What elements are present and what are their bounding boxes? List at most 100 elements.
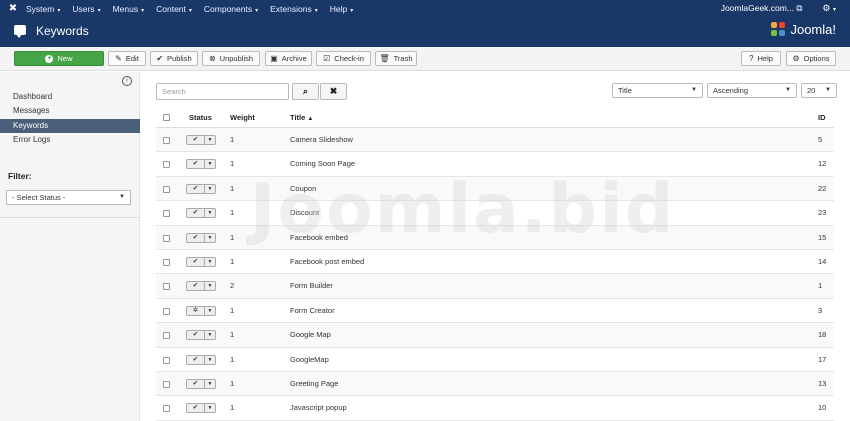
caret-down-icon[interactable]: ▼ <box>205 330 216 341</box>
title-cell[interactable]: Form Builder <box>290 281 333 290</box>
search-input[interactable]: Search <box>156 83 289 100</box>
caret-down-icon[interactable]: ▼ <box>205 403 216 414</box>
row-checkbox[interactable] <box>163 332 170 340</box>
menu-components[interactable]: Components ▾ <box>204 4 258 14</box>
title-cell[interactable]: Form Creator <box>290 306 335 315</box>
menu-content[interactable]: Content ▾ <box>156 4 192 14</box>
sidebar-item-keywords[interactable]: Keywords <box>0 119 140 133</box>
menu-help[interactable]: Help ▾ <box>330 4 354 14</box>
title-cell[interactable]: Coming Soon Page <box>290 159 355 168</box>
title-cell[interactable]: Javascript popup <box>290 403 347 412</box>
check-icon[interactable]: ✔ <box>186 330 205 341</box>
menu-extensions[interactable]: Extensions ▾ <box>270 4 318 14</box>
edit-button[interactable]: ✎ Edit <box>108 51 146 66</box>
settings-icon[interactable]: ✲ <box>186 305 205 316</box>
row-checkbox[interactable] <box>163 283 170 291</box>
status-toggle[interactable]: ✔ ▼ <box>186 232 216 243</box>
status-toggle[interactable]: ✔ ▼ <box>186 378 216 389</box>
table-row: ✔ ▼ 1 Facebook embed 15 <box>156 225 834 250</box>
weight-column-header[interactable]: Weight <box>230 113 255 122</box>
status-toggle[interactable]: ✔ ▼ <box>186 281 216 292</box>
sort-field-select[interactable]: Title ▼ <box>612 83 703 98</box>
status-column-header[interactable]: Status <box>189 113 212 122</box>
check-icon[interactable]: ✔ <box>186 378 205 389</box>
status-toggle[interactable]: ✔ ▼ <box>186 354 216 365</box>
menu-menus[interactable]: Menus ▾ <box>113 4 145 14</box>
row-checkbox[interactable] <box>163 356 170 364</box>
site-link[interactable]: JoomlaGeek.com... ⧉ <box>721 3 803 14</box>
select-all-checkbox[interactable] <box>163 114 170 121</box>
title-cell[interactable]: Coupon <box>290 184 316 193</box>
caret-down-icon[interactable]: ▼ <box>205 135 216 145</box>
unpublish-button[interactable]: ⊗ Unpublish <box>202 51 260 66</box>
caret-down-icon[interactable]: ▼ <box>205 305 216 316</box>
joomla-logo-icon[interactable]: ✖ <box>0 3 26 14</box>
title-cell[interactable]: Discount <box>290 208 319 217</box>
sidebar-item-dashboard[interactable]: Dashboard <box>0 90 140 104</box>
check-icon[interactable]: ✔ <box>186 403 205 414</box>
check-icon[interactable]: ✔ <box>186 159 205 170</box>
title-cell[interactable]: Google Map <box>290 330 331 339</box>
publish-button[interactable]: ✔ Publish <box>150 51 198 66</box>
check-icon[interactable]: ✔ <box>186 256 205 267</box>
check-icon[interactable]: ✔ <box>186 281 205 292</box>
title-cell[interactable]: Facebook embed <box>290 233 348 242</box>
user-menu-gear[interactable]: ⚙ ▾ <box>822 3 836 14</box>
caret-down-icon[interactable]: ▼ <box>205 208 216 219</box>
sidebar-item-messages[interactable]: Messages <box>0 104 140 118</box>
status-filter-select[interactable]: - Select Status - ▼ <box>6 190 131 205</box>
caret-down-icon[interactable]: ▼ <box>205 378 216 389</box>
joomla-brand[interactable]: Joomla! <box>771 22 836 37</box>
row-checkbox[interactable] <box>163 380 170 388</box>
check-icon[interactable]: ✔ <box>186 183 205 194</box>
row-checkbox[interactable] <box>163 210 170 218</box>
status-toggle[interactable]: ✔ ▼ <box>186 330 216 341</box>
options-button[interactable]: ⚙ Options <box>786 51 836 66</box>
check-icon[interactable]: ✔ <box>186 232 205 243</box>
row-checkbox[interactable] <box>163 161 170 169</box>
new-button[interactable]: + New <box>14 51 104 66</box>
menu-system[interactable]: System ▾ <box>26 4 60 14</box>
status-toggle[interactable]: ✲ ▼ <box>186 305 216 316</box>
status-toggle[interactable]: ✔ ▼ <box>186 256 216 267</box>
status-toggle[interactable]: ✔ ▼ <box>186 159 216 170</box>
title-cell[interactable]: Camera Slideshow <box>290 135 353 144</box>
check-icon[interactable]: ✔ <box>186 354 205 365</box>
status-toggle[interactable]: ✔ ▼ <box>186 208 216 219</box>
menu-users[interactable]: Users ▾ <box>72 4 100 14</box>
row-checkbox[interactable] <box>163 307 170 315</box>
collapse-sidebar-icon[interactable]: ‹ <box>122 76 132 86</box>
caret-down-icon: ▾ <box>57 7 61 14</box>
row-checkbox[interactable] <box>163 137 170 144</box>
clear-search-button[interactable]: ✖ <box>320 83 347 100</box>
status-toggle[interactable]: ✔ ▼ <box>186 403 216 414</box>
caret-down-icon[interactable]: ▼ <box>205 354 216 365</box>
menu-menus-label: Menus <box>112 3 139 14</box>
caret-down-icon[interactable]: ▼ <box>205 183 216 194</box>
trash-button[interactable]: 🗑 Trash <box>375 51 417 66</box>
sidebar-item-error-logs[interactable]: Error Logs <box>0 133 140 147</box>
checkin-button[interactable]: ☑ Check-in <box>316 51 371 66</box>
check-icon[interactable]: ✔ <box>186 208 205 219</box>
title-cell[interactable]: GoogleMap <box>290 355 329 364</box>
title-cell[interactable]: Facebook post embed <box>290 257 364 266</box>
row-checkbox[interactable] <box>163 234 170 242</box>
sort-direction-select[interactable]: Ascending ▼ <box>707 83 797 98</box>
status-toggle[interactable]: ✔ ▼ <box>186 183 216 194</box>
title-column-header[interactable]: Title ▲ <box>290 113 313 122</box>
check-icon[interactable]: ✔ <box>186 135 205 145</box>
caret-down-icon[interactable]: ▼ <box>205 281 216 292</box>
row-checkbox[interactable] <box>163 185 170 193</box>
help-button[interactable]: ? Help <box>741 51 781 66</box>
search-button[interactable]: ⌕ <box>292 83 319 100</box>
title-cell[interactable]: Greeting Page <box>290 379 338 388</box>
row-checkbox[interactable] <box>163 405 170 413</box>
limit-select[interactable]: 20 ▼ <box>801 83 837 98</box>
archive-button[interactable]: ▣ Archive <box>265 51 312 66</box>
caret-down-icon[interactable]: ▼ <box>205 232 216 243</box>
row-checkbox[interactable] <box>163 258 170 266</box>
id-column-header[interactable]: ID <box>818 113 826 122</box>
status-toggle[interactable]: ✔ ▼ <box>186 135 216 145</box>
caret-down-icon[interactable]: ▼ <box>205 256 216 267</box>
caret-down-icon[interactable]: ▼ <box>205 159 216 170</box>
